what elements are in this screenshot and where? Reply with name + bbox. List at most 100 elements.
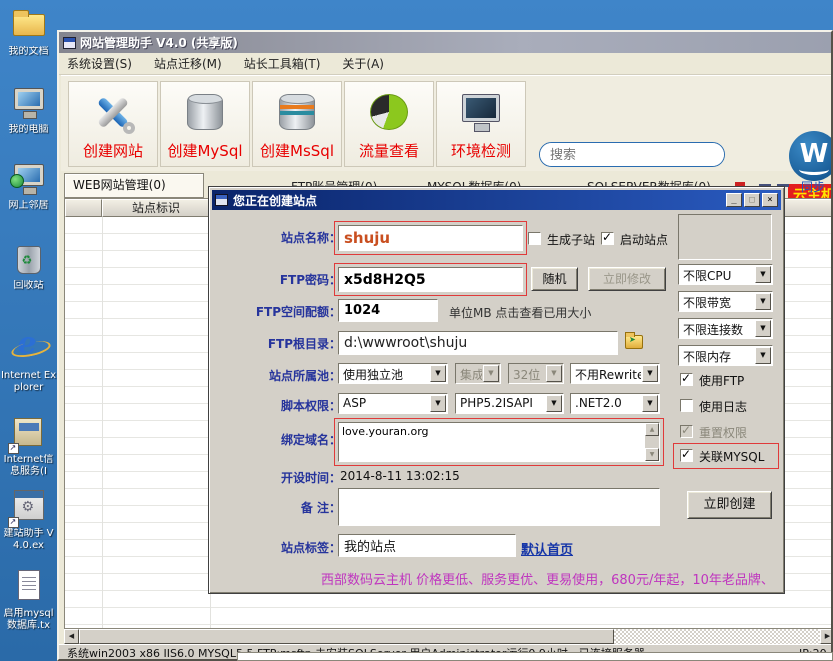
menubar: 系统设置(S) 站点迁移(M) 站长工具箱(T) 关于(A) bbox=[59, 53, 831, 75]
ftp-root-input[interactable] bbox=[338, 331, 618, 355]
dialog-title: 您正在创建站点 bbox=[233, 192, 724, 209]
menu-system-settings[interactable]: 系统设置(S) bbox=[67, 55, 132, 72]
create-mssql-button[interactable]: 创建MsSql bbox=[252, 81, 342, 167]
toolbar: 创建网站 创建MySql 创建MsSql 流量查看 环境检测 西部数码云主机 全… bbox=[61, 75, 833, 171]
domain-scrollbar[interactable]: ▲▼ bbox=[645, 423, 659, 461]
desktop-icon-site-helper[interactable]: 建站助手 V4.0.ex bbox=[0, 488, 57, 552]
use-log-label: 使用日志 bbox=[699, 398, 747, 415]
chevron-down-icon: ▼ bbox=[642, 395, 658, 412]
site-name-label: 站点名称： bbox=[223, 229, 341, 246]
iis-icon bbox=[10, 414, 48, 452]
menu-site-migration[interactable]: 站点迁移(M) bbox=[154, 55, 222, 72]
link-mysql-checkbox[interactable] bbox=[680, 449, 693, 462]
use-ftp-checkbox[interactable] bbox=[680, 373, 693, 386]
desktop-icon-network-places[interactable]: 网上邻居 bbox=[0, 160, 57, 212]
start-site-checkbox[interactable] bbox=[601, 232, 614, 245]
desktop-icon-mysql-note[interactable]: 启用mysql数据库.tx bbox=[0, 568, 57, 632]
memory-limit-select[interactable]: 不限内存▼ bbox=[678, 345, 773, 366]
app-titlebar[interactable]: 网站管理助手 V4.0 (共享版) bbox=[59, 32, 831, 53]
bind-domain-textarea[interactable]: love.youran.org bbox=[338, 422, 660, 462]
chevron-down-icon: ▼ bbox=[755, 320, 771, 337]
desktop-icon-recycle-bin[interactable]: 回收站 bbox=[0, 240, 57, 292]
traffic-view-button[interactable]: 流量查看 bbox=[344, 81, 434, 167]
desktop-icon-label: 我的文档 bbox=[0, 46, 57, 58]
chevron-down-icon: ▼ bbox=[642, 365, 658, 382]
use-log-checkbox[interactable] bbox=[680, 399, 693, 412]
desktop-icon-my-documents[interactable]: 我的文档 bbox=[0, 6, 57, 58]
bind-domain-label: 绑定域名： bbox=[223, 431, 341, 448]
desktop-icon-internet-explorer[interactable]: Internet Explorer bbox=[0, 330, 57, 394]
environment-check-button[interactable]: 环境检测 bbox=[436, 81, 526, 167]
chevron-down-icon: ▼ bbox=[430, 365, 446, 382]
reset-permission-label: 重置权限 bbox=[699, 424, 747, 441]
promo-marquee: 西部数码云主机 价格更低、服务更优、更易使用，680元/年起，10年老品牌、全国 bbox=[321, 569, 773, 588]
rewrite-select[interactable]: 不用Rewrite▼ bbox=[570, 363, 660, 384]
chevron-down-icon: ▼ bbox=[755, 347, 771, 364]
generate-subsite-label: 生成子站 bbox=[547, 231, 595, 248]
site-name-input[interactable] bbox=[338, 225, 523, 251]
horizontal-scrollbar[interactable]: ◀ ▶ bbox=[64, 629, 833, 644]
modify-now-button[interactable]: 立即修改 bbox=[588, 267, 666, 291]
close-button[interactable]: × bbox=[762, 193, 778, 207]
scroll-right-button[interactable]: ▶ bbox=[820, 629, 833, 644]
search-box bbox=[539, 142, 725, 167]
ftp-password-label: FTP密码： bbox=[223, 271, 341, 288]
desktop-icon-my-computer[interactable]: 我的电脑 bbox=[0, 84, 57, 136]
site-helper-icon bbox=[10, 488, 48, 526]
network-places-icon bbox=[10, 160, 48, 198]
chevron-down-icon: ▼ bbox=[546, 395, 562, 412]
script-perm-label: 脚本权限： bbox=[223, 397, 341, 414]
asp-select[interactable]: ASP▼ bbox=[338, 393, 448, 414]
reset-permission-checkbox bbox=[680, 425, 693, 438]
create-site-dialog: 您正在创建站点 _ □ × 站点名称： 生成子站 启动站点 FTP密码： 随机 … bbox=[208, 186, 785, 594]
list-header-blank[interactable] bbox=[65, 199, 102, 217]
dotnet-select[interactable]: .NET2.0▼ bbox=[570, 393, 660, 414]
php-select[interactable]: PHP5.2ISAPI▼ bbox=[455, 393, 564, 414]
maximize-button[interactable]: □ bbox=[744, 193, 760, 207]
desktop-icon-label: 启用mysql数据库.tx bbox=[0, 608, 57, 632]
scrollbar-thumb[interactable] bbox=[79, 629, 614, 644]
tab-web-site-management[interactable]: WEB网站管理(0) bbox=[64, 173, 204, 198]
scroll-up-icon[interactable]: ▲ bbox=[645, 423, 659, 436]
menu-about[interactable]: 关于(A) bbox=[342, 55, 384, 72]
desktop-icon-label: 网上邻居 bbox=[0, 200, 57, 212]
tools-icon bbox=[89, 88, 137, 136]
desktop-icon-iis[interactable]: Internet信息服务(I bbox=[0, 414, 57, 478]
remark-textarea[interactable] bbox=[338, 488, 660, 526]
remark-label: 备 注： bbox=[223, 499, 341, 516]
cpu-limit-select[interactable]: 不限CPU▼ bbox=[678, 264, 773, 285]
app-icon bbox=[63, 37, 76, 49]
dialog-titlebar[interactable]: 您正在创建站点 _ □ × bbox=[212, 190, 781, 210]
create-now-button[interactable]: 立即创建 bbox=[687, 491, 772, 519]
search-input[interactable] bbox=[540, 143, 725, 166]
ftp-quota-input[interactable] bbox=[338, 299, 438, 322]
text-file-icon bbox=[10, 568, 48, 606]
minimize-button[interactable]: _ bbox=[726, 193, 742, 207]
list-header-site-id[interactable]: 站点标识 bbox=[102, 199, 210, 217]
connections-limit-select[interactable]: 不限连接数▼ bbox=[678, 318, 773, 339]
use-ftp-label: 使用FTP bbox=[699, 372, 744, 389]
chevron-down-icon: ▼ bbox=[483, 365, 499, 382]
chevron-down-icon: ▼ bbox=[755, 293, 771, 310]
create-site-button[interactable]: 创建网站 bbox=[68, 81, 158, 167]
scroll-left-button[interactable]: ◀ bbox=[64, 629, 79, 644]
scroll-down-icon[interactable]: ▼ bbox=[645, 448, 659, 461]
default-page-link[interactable]: 默认首页 bbox=[521, 539, 573, 558]
site-tag-input[interactable] bbox=[338, 534, 516, 557]
create-mysql-button[interactable]: 创建MySql bbox=[160, 81, 250, 167]
app-pool-select[interactable]: 使用独立池▼ bbox=[338, 363, 448, 384]
bottom-overlay-strip bbox=[237, 652, 833, 661]
link-mysql-label: 关联MYSQL bbox=[699, 448, 764, 465]
generate-subsite-checkbox[interactable] bbox=[528, 232, 541, 245]
browse-folder-icon[interactable] bbox=[625, 335, 643, 349]
ftp-password-input[interactable] bbox=[338, 267, 523, 292]
sync-link[interactable]: 同步 bbox=[801, 178, 825, 195]
random-password-button[interactable]: 随机 bbox=[531, 267, 578, 291]
quota-hint[interactable]: 单位MB 点击查看已用大小 bbox=[449, 304, 591, 321]
menu-webmaster-toolbox[interactable]: 站长工具箱(T) bbox=[244, 55, 321, 72]
desktop-icon-label: 我的电脑 bbox=[0, 124, 57, 136]
preview-box bbox=[678, 214, 772, 260]
chevron-down-icon: ▼ bbox=[755, 266, 771, 283]
bandwidth-limit-select[interactable]: 不限带宽▼ bbox=[678, 291, 773, 312]
mssql-database-icon bbox=[273, 88, 321, 136]
